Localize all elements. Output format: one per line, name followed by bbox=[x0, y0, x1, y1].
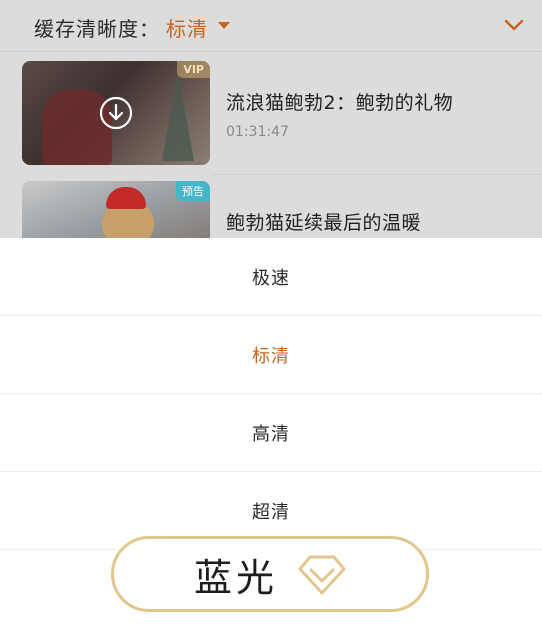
diamond-icon bbox=[298, 555, 346, 595]
video-thumbnail[interactable]: VIP bbox=[22, 61, 210, 165]
video-title[interactable]: 流浪猫鲍勃2：鲍勃的礼物 bbox=[226, 88, 453, 115]
quality-option-sd[interactable]: 标清 bbox=[0, 316, 542, 394]
quality-option-speed[interactable]: 极速 bbox=[0, 238, 542, 316]
bluray-button[interactable]: 蓝光 bbox=[111, 536, 429, 612]
thumbnail-tree bbox=[162, 71, 194, 161]
quality-option-hd[interactable]: 高清 bbox=[0, 394, 542, 472]
bluray-label: 蓝光 bbox=[193, 555, 278, 600]
cache-quality-label: 缓存清晰度： bbox=[34, 17, 160, 41]
download-icon[interactable] bbox=[98, 95, 134, 131]
thumbnail-santa-hat bbox=[106, 187, 146, 209]
caret-down-icon[interactable] bbox=[218, 22, 230, 29]
background-page: 缓存清晰度： 标清 VIP 流浪猫鲍勃2：鲍勃的礼物 01:31:47 预告 鲍… bbox=[0, 0, 542, 238]
cache-quality-header[interactable]: 缓存清晰度： 标清 bbox=[0, 0, 542, 52]
preview-badge: 预告 bbox=[176, 181, 210, 201]
vip-badge: VIP bbox=[177, 61, 210, 78]
video-duration: 01:31:47 bbox=[226, 124, 289, 140]
chevron-down-icon[interactable] bbox=[504, 18, 524, 32]
video-title[interactable]: 鲍勃猫延续最后的温暖 bbox=[226, 208, 421, 235]
cache-quality-value[interactable]: 标清 bbox=[166, 13, 208, 42]
video-thumbnail[interactable]: 预告 bbox=[22, 181, 210, 238]
list-divider bbox=[212, 174, 542, 175]
